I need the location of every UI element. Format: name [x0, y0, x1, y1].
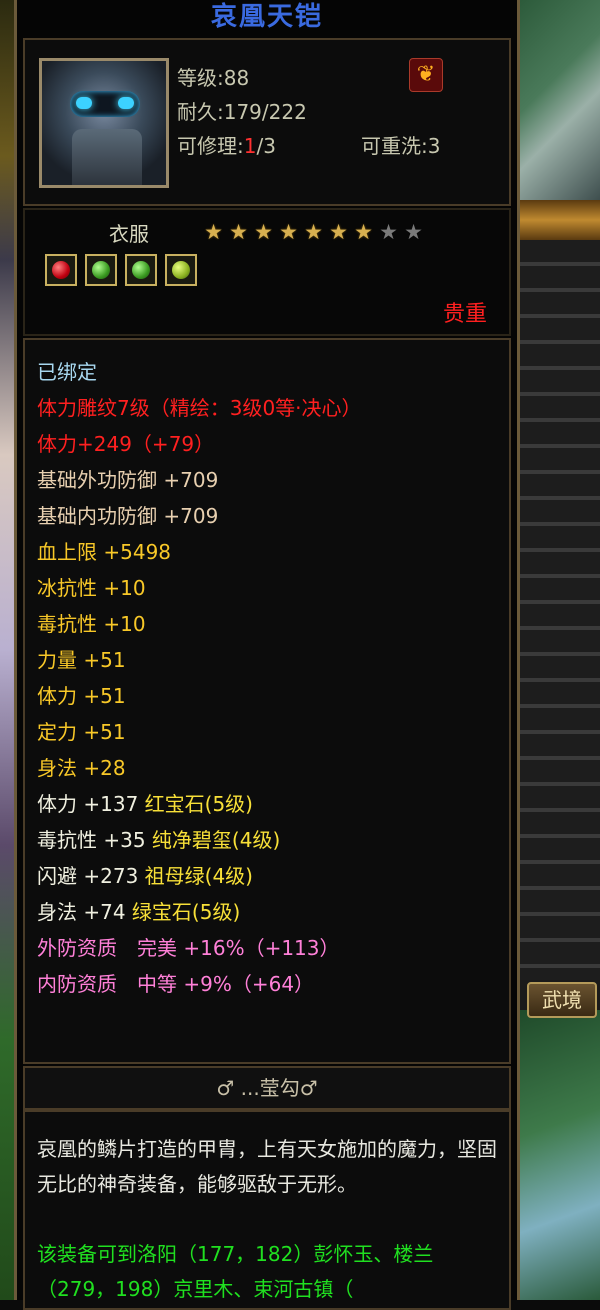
stat-line: 基础外功防御 +709	[37, 468, 219, 492]
star-filled-icon: ★	[329, 220, 348, 244]
gem-stat-value: 毒抗性 +35	[37, 828, 152, 852]
item-location-hint: 该装备可到洛阳（177，182）彭怀玉、楼兰（279，198）京里木、束河古镇（	[37, 1242, 434, 1301]
stat-line: 定力 +51	[37, 720, 126, 744]
scene-top	[518, 0, 600, 205]
star-filled-icon: ★	[354, 220, 373, 244]
stat-line: 血上限 +5498	[37, 540, 172, 564]
item-description: 哀凰的鳞片打造的甲胄，上有天女施加的魔力，坚固无比的神奇装备，能够驱敌于无形。	[37, 1137, 497, 1196]
armor-chest	[72, 129, 142, 185]
quality-line: 外防资质 完美 +16%（+113）	[37, 936, 340, 960]
item-title: 哀凰天铠	[210, 2, 323, 32]
gem-stat-line: 毒抗性 +35 纯净碧玺(4级)	[37, 822, 362, 858]
star-filled-icon: ★	[204, 220, 223, 244]
star-filled-icon: ★	[254, 220, 273, 244]
star-filled-icon: ★	[279, 220, 298, 244]
item-type: 衣服	[109, 222, 149, 246]
stat-line: 体力+249（+79）	[37, 432, 215, 456]
stat-line: 身法 +28	[37, 756, 126, 780]
inventory-shelves	[518, 240, 600, 980]
item-durability: 耐久:179/222	[177, 100, 307, 124]
stat-line: 体力雕纹7级（精绘：3级0等·决心）	[37, 396, 362, 420]
gold-bar	[518, 200, 600, 240]
crafter-name: ♂ ...莹勾♂	[216, 1076, 318, 1100]
description-section: 哀凰的鳞片打造的甲胄，上有天女施加的魔力，坚固无比的神奇装备，能够驱敌于无形。 …	[23, 1110, 511, 1310]
stat-line: 已绑定	[37, 360, 97, 384]
item-type-section: 衣服 ★ ★ ★ ★ ★ ★ ★ ★ ★ 贵重	[23, 208, 511, 336]
stat-list: 已绑定体力雕纹7级（精绘：3级0等·决心） 体力+249（+79） 基础外功防御 +…	[37, 354, 362, 1002]
star-rating: ★ ★ ★ ★ ★ ★ ★ ★ ★	[201, 220, 426, 244]
game-scene-right	[518, 0, 600, 1300]
stat-line: 基础内功防御 +709	[37, 504, 219, 528]
gem-slot-green-icon[interactable]	[125, 254, 157, 286]
side-tab-wujing[interactable]: 武境	[527, 982, 597, 1018]
star-empty-icon: ★	[404, 220, 423, 244]
gem-slots	[45, 254, 205, 286]
stat-line: 毒抗性 +10	[37, 612, 146, 636]
gem-stat-line: 体力 +137 红宝石(5级)	[37, 786, 362, 822]
gem-stat-value: 身法 +74	[37, 900, 132, 924]
item-portrait	[39, 58, 169, 188]
star-filled-icon: ★	[229, 220, 248, 244]
gem-name: 纯净碧玺(4级)	[151, 828, 281, 852]
item-stats: 已绑定体力雕纹7级（精绘：3级0等·决心） 体力+249（+79） 基础外功防御 +…	[23, 338, 511, 1064]
gem-stat-value: 体力 +137	[37, 792, 145, 816]
repair-max: /3	[256, 134, 276, 158]
star-filled-icon: ★	[304, 220, 323, 244]
armor-eye-left	[76, 97, 92, 109]
repair-current: 1	[243, 134, 257, 158]
gem-slot-red-icon[interactable]	[45, 254, 77, 286]
stat-line: 体力 +51	[37, 684, 126, 708]
stat-line: 力量 +51	[37, 648, 126, 672]
gem-stat-line: 身法 +74 绿宝石(5级)	[37, 894, 362, 930]
gem-slot-green-icon[interactable]	[85, 254, 117, 286]
gem-stat-value: 闪避 +273	[37, 864, 145, 888]
item-tooltip: 哀凰天铠 等级:88 耐久:179/222 可修理:1/3 可重洗:3 ❦ 衣服…	[14, 0, 520, 1310]
scene-bottom	[518, 1010, 600, 1300]
item-level: 等级:88	[177, 66, 250, 90]
repair-label: 可修理:	[177, 134, 244, 158]
star-empty-icon: ★	[379, 220, 398, 244]
stat-line: 冰抗性 +10	[37, 576, 146, 600]
gem-stat-line: 闪避 +273 祖母绿(4级)	[37, 858, 362, 894]
item-header: 等级:88 耐久:179/222 可修理:1/3 可重洗:3 ❦	[23, 38, 511, 206]
gem-slot-yellow-icon[interactable]	[165, 254, 197, 286]
gem-name: 祖母绿(4级)	[144, 864, 253, 888]
gem-name: 红宝石(5级)	[144, 792, 253, 816]
precious-label: 贵重	[442, 302, 487, 327]
quality-line: 内防资质 中等 +9%（+64）	[37, 972, 315, 996]
armor-eye-right	[118, 97, 134, 109]
item-repairable: 可修理:1/3	[177, 130, 276, 159]
crafter-section: ♂ ...莹勾♂	[23, 1066, 511, 1110]
phoenix-fire-icon[interactable]: ❦	[409, 58, 443, 92]
gem-name: 绿宝石(5级)	[131, 900, 241, 924]
item-rewash: 可重洗:3	[361, 134, 441, 158]
